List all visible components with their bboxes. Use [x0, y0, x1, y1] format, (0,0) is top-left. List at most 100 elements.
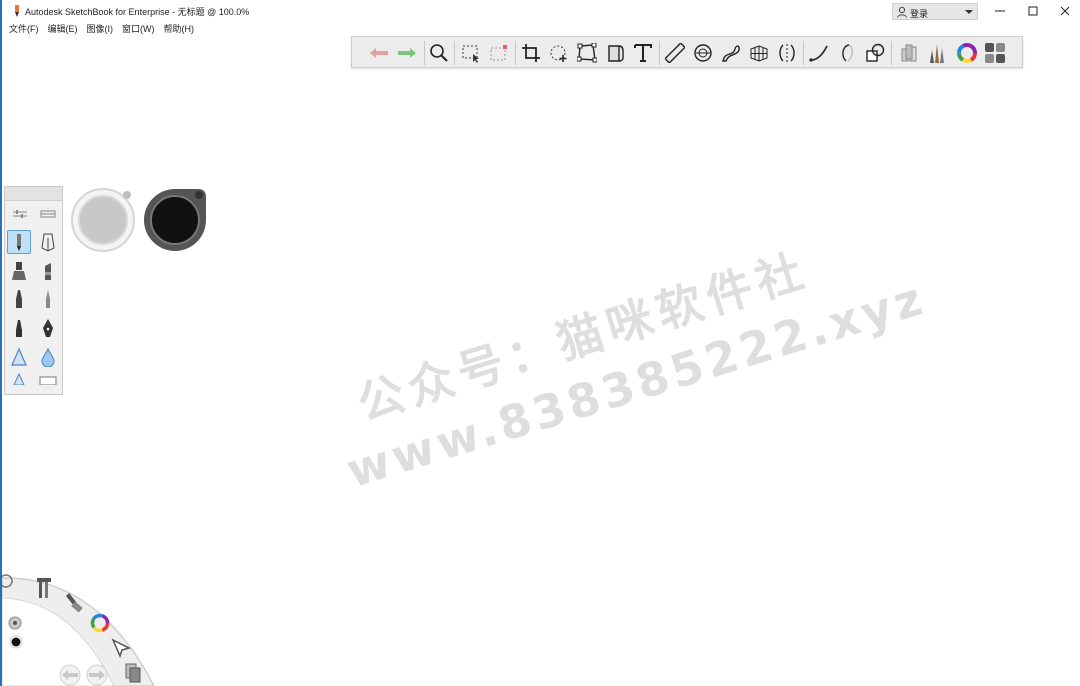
menu-edit[interactable]: 编辑(E)	[48, 22, 78, 36]
sketchbook-logo-icon	[15, 5, 19, 17]
eraser-icon	[39, 376, 57, 385]
brush-pencil[interactable]	[7, 230, 31, 254]
color-wheel-button[interactable]	[954, 40, 980, 66]
menu-image[interactable]: 图像(I)	[87, 22, 114, 36]
login-label: 登录	[910, 9, 929, 19]
ruler-button[interactable]	[662, 40, 688, 66]
ellipse-guide-button[interactable]	[690, 40, 716, 66]
watermark: 公众号：猫咪软件社 www.838385222.xyz	[311, 199, 931, 561]
maximize-icon	[1028, 6, 1038, 16]
brush-marker[interactable]	[7, 259, 31, 283]
move-rotate-icon	[550, 45, 567, 62]
layer-fill-icon	[608, 45, 624, 62]
user-icon	[897, 6, 907, 18]
brush-library-icon	[930, 44, 944, 63]
undo-button[interactable]	[366, 40, 392, 66]
menu-file[interactable]: 文件(F)	[9, 22, 39, 36]
ballpoint-icon	[16, 320, 22, 337]
brush-water[interactable]	[36, 345, 60, 369]
brush-fountain-pen[interactable]	[36, 316, 60, 340]
brush-chisel-marker[interactable]	[36, 259, 60, 283]
login-button[interactable]: 登录	[892, 3, 978, 20]
french-curve-button[interactable]	[718, 40, 744, 66]
lagoon-fill-color-icon[interactable]	[8, 616, 22, 630]
airbrush-icon	[11, 347, 27, 366]
undo-icon	[370, 48, 388, 58]
dropdown-caret-icon	[965, 10, 973, 14]
brush-ballpoint[interactable]	[7, 316, 31, 340]
text-icon	[634, 44, 652, 62]
menu-window[interactable]: 窗口(W)	[122, 22, 155, 36]
layer-editor-button[interactable]	[982, 40, 1008, 66]
window-title: Autodesk SketchBook for Enterprise - 无标题…	[25, 7, 250, 17]
ink-pen-icon	[41, 233, 55, 252]
marker-icon	[12, 262, 26, 280]
brush-library-palette-icon[interactable]	[39, 209, 57, 219]
distort-icon	[577, 43, 597, 63]
menu-help[interactable]: 帮助(H)	[164, 22, 195, 36]
watermark-line-1: 公众号：猫咪软件社	[351, 242, 815, 431]
brush-eraser[interactable]	[36, 371, 60, 387]
transform-select-button[interactable]	[486, 40, 512, 66]
shape-button[interactable]	[862, 40, 888, 66]
minimize-icon	[995, 10, 1005, 12]
stroke-icon	[809, 45, 828, 62]
water-drop-icon	[41, 347, 55, 367]
select-button[interactable]	[458, 40, 484, 66]
stroke-color-puck[interactable]	[142, 187, 208, 253]
lagoon-undo-button[interactable]	[59, 664, 81, 686]
select-icon	[462, 45, 479, 63]
layer-editor-icon	[985, 43, 1005, 63]
ellipse-guide-icon	[694, 44, 712, 62]
crop-button[interactable]	[518, 40, 544, 66]
brush-palette	[4, 186, 63, 395]
shape-icon	[866, 43, 885, 62]
move-rotate-button[interactable]	[546, 40, 572, 66]
redo-button[interactable]	[394, 40, 420, 66]
brush-airbrush[interactable]	[7, 345, 31, 369]
color-wheel-icon	[957, 43, 977, 63]
felt-pen-icon	[16, 290, 22, 308]
brush-triangle[interactable]	[7, 371, 31, 387]
transform-select-icon	[490, 45, 507, 61]
brush-library-button[interactable]	[924, 40, 950, 66]
text-button[interactable]	[630, 40, 656, 66]
crop-icon	[522, 44, 540, 62]
distort-button[interactable]	[574, 40, 600, 66]
copic-library-icon	[901, 44, 917, 62]
menu-bar: 文件(F) 编辑(E) 图像(I) 窗口(W) 帮助(H)	[4, 22, 198, 36]
predictive-stroke-button[interactable]	[834, 40, 860, 66]
perspective-button[interactable]	[746, 40, 772, 66]
maximize-button[interactable]	[1017, 0, 1049, 22]
redo-icon	[398, 48, 416, 58]
chisel-marker-icon	[45, 263, 51, 280]
symmetry-icon	[779, 44, 795, 62]
french-curve-icon	[722, 45, 740, 62]
copic-library-button[interactable]	[896, 40, 922, 66]
triangle-brush-icon	[13, 373, 25, 385]
stroke-button[interactable]	[806, 40, 832, 66]
close-button[interactable]	[1049, 0, 1080, 22]
brush-properties-icon[interactable]	[11, 209, 29, 219]
layer-fill-button[interactable]	[602, 40, 628, 66]
brush-fine-tip[interactable]	[36, 287, 60, 311]
title-bar: Autodesk SketchBook for Enterprise - 无标题…	[2, 0, 1080, 22]
lagoon-redo-button[interactable]	[86, 664, 108, 686]
pencil-icon	[17, 234, 21, 251]
symmetry-button[interactable]	[774, 40, 800, 66]
ruler-icon	[665, 43, 685, 63]
zoom-icon	[430, 44, 448, 62]
brush-felt-pen[interactable]	[7, 287, 31, 311]
minimize-button[interactable]	[984, 0, 1016, 22]
lagoon-stroke-color-icon[interactable]	[9, 635, 23, 649]
brush-palette-header[interactable]	[5, 187, 62, 201]
lagoon-menu	[2, 574, 155, 686]
fill-color-puck[interactable]	[70, 187, 136, 253]
close-icon	[1060, 6, 1070, 16]
app-window: Autodesk SketchBook for Enterprise - 无标题…	[0, 0, 1080, 686]
fine-tip-icon	[46, 290, 50, 308]
main-toolbar	[351, 36, 1023, 68]
fountain-pen-icon	[43, 319, 53, 337]
zoom-button[interactable]	[426, 40, 452, 66]
brush-ink-pen[interactable]	[36, 230, 60, 254]
